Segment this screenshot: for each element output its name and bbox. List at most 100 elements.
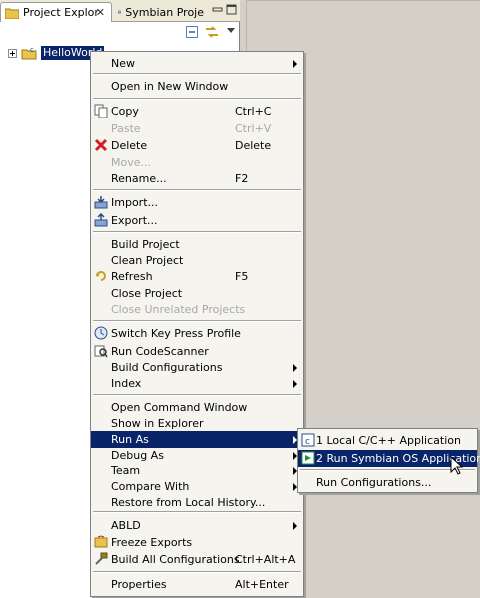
- menu-item-label: 1 Local C/C++ Application: [316, 434, 461, 447]
- import-icon: [94, 196, 108, 209]
- menu-item-label: Paste: [111, 122, 141, 135]
- menu-separator: [93, 511, 301, 513]
- menu-item-move: Move...: [91, 154, 303, 171]
- minimize-icon[interactable]: [212, 4, 223, 15]
- menu-item-copy[interactable]: Copy Ctrl+C: [91, 103, 303, 120]
- menu-item-label: Run Configurations...: [316, 476, 432, 489]
- menu-item-build-project[interactable]: Build Project: [91, 236, 303, 253]
- refresh-icon: [96, 271, 106, 281]
- menu-item-new[interactable]: New: [91, 55, 303, 72]
- tab-label: Project Explor: [23, 6, 99, 19]
- menu-item-label: Build All Configurations: [111, 553, 240, 566]
- delete-icon: [94, 138, 108, 152]
- folder-icon: [5, 8, 19, 19]
- menu-item-label: Properties: [111, 578, 167, 591]
- submenu-arrow-icon: [293, 364, 297, 372]
- link-with-editor-icon[interactable]: [204, 24, 220, 40]
- menu-separator: [93, 320, 301, 322]
- menu-item-label: Move...: [111, 156, 151, 169]
- menu-separator: [300, 469, 475, 471]
- menu-item-shortcut: Ctrl+Alt+A: [235, 553, 296, 566]
- build-all-icon: [95, 552, 108, 565]
- maximize-icon[interactable]: [226, 4, 237, 15]
- freeze-exports-icon: [94, 535, 108, 548]
- menu-item-show-in-explorer[interactable]: Show in Explorer: [91, 415, 303, 432]
- menu-item-index[interactable]: Index: [91, 375, 303, 392]
- menu-item-restore-from-local-history[interactable]: Restore from Local History...: [91, 494, 303, 511]
- menu-item-label: Delete: [111, 139, 148, 152]
- menu-item-close-project[interactable]: Close Project: [91, 285, 303, 302]
- menu-item-label: Index: [111, 377, 142, 390]
- menu-item-label: Copy: [111, 105, 139, 118]
- menu-item-label: Freeze Exports: [111, 536, 193, 549]
- menu-item-clean-project[interactable]: Clean Project: [91, 252, 303, 269]
- symbian-navigator-icon: [118, 10, 122, 14]
- submenu-arrow-icon: [293, 522, 297, 530]
- menu-item-run-configurations[interactable]: Run Configurations...: [298, 474, 477, 491]
- menu-item-import[interactable]: Import...: [91, 194, 303, 211]
- menu-item-label: Switch Key Press Profile: [111, 327, 241, 340]
- menu-item-shortcut: Ctrl+V: [235, 122, 272, 135]
- menu-separator: [93, 73, 301, 75]
- menu-item-label: Run CodeScanner: [111, 345, 209, 358]
- menu-item-label: Compare With: [111, 480, 190, 493]
- menu-item-properties[interactable]: Properties Alt+Enter: [91, 576, 303, 593]
- codescanner-icon: [94, 345, 108, 358]
- c-project-icon: c: [21, 46, 37, 60]
- menu-item-switch-key-press-profile[interactable]: Switch Key Press Profile: [91, 325, 303, 342]
- menu-item-compare-with[interactable]: Compare With: [91, 478, 303, 495]
- menu-item-delete[interactable]: Delete Delete: [91, 137, 303, 154]
- menu-item-open-in-new-window[interactable]: Open in New Window: [91, 78, 303, 95]
- menu-item-label: Run As: [111, 433, 149, 446]
- menu-item-label: Open in New Window: [111, 80, 229, 93]
- tab-label: Symbian Proje: [125, 5, 204, 19]
- menu-item-label: Export...: [111, 214, 158, 227]
- menu-item-shortcut: Ctrl+C: [235, 105, 272, 118]
- menu-separator: [93, 189, 301, 191]
- menu-item-label: Refresh: [111, 270, 153, 283]
- menu-item-label: Close Unrelated Projects: [111, 303, 246, 316]
- mouse-cursor-icon: [450, 456, 464, 475]
- menu-item-abld[interactable]: ABLD: [91, 517, 303, 534]
- menu-item-label: Build Project: [111, 238, 180, 251]
- menu-item-refresh[interactable]: Refresh F5: [91, 268, 303, 285]
- menu-item-label: Import...: [111, 196, 158, 209]
- collapse-all-icon[interactable]: [186, 26, 198, 38]
- switch-profile-icon: [94, 326, 108, 340]
- menu-item-team[interactable]: Team: [91, 462, 303, 479]
- menu-separator: [93, 98, 301, 100]
- menu-item-label: Clean Project: [111, 254, 184, 267]
- submenu-arrow-icon: [293, 380, 297, 388]
- copy-icon: [94, 104, 108, 118]
- menu-item-label: New: [111, 57, 135, 70]
- menu-item-1-local-c-c-application[interactable]: c 1 Local C/C++ Application: [298, 432, 477, 449]
- symbian-app-icon: [301, 451, 315, 465]
- menu-item-shortcut: Alt+Enter: [235, 578, 289, 591]
- svg-text:c: c: [305, 437, 310, 447]
- tab-project-explorer[interactable]: Project Explor ✕: [0, 2, 112, 22]
- menu-item-label: Restore from Local History...: [111, 496, 266, 509]
- tab-symbian-project[interactable]: Symbian Proje: [114, 2, 204, 22]
- menu-separator: [93, 231, 301, 233]
- menu-item-paste: Paste Ctrl+V: [91, 120, 303, 137]
- menu-item-export[interactable]: Export...: [91, 212, 303, 229]
- menu-item-run-codescanner[interactable]: Run CodeScanner: [91, 343, 303, 360]
- menu-item-build-configurations[interactable]: Build Configurations: [91, 359, 303, 376]
- view-menu-icon[interactable]: [226, 27, 236, 35]
- menu-item-open-command-window[interactable]: Open Command Window: [91, 399, 303, 416]
- menu-item-label: Open Command Window: [111, 401, 248, 414]
- menu-item-shortcut: F2: [235, 172, 249, 185]
- submenu-arrow-icon: [293, 60, 297, 68]
- menu-item-freeze-exports[interactable]: Freeze Exports: [91, 534, 303, 551]
- menu-item-run-as[interactable]: Run As: [91, 431, 303, 448]
- menu-separator: [93, 571, 301, 573]
- expand-icon[interactable]: [8, 48, 17, 58]
- view-tab-bar: Project Explor ✕ Symbian Proje: [0, 0, 240, 22]
- close-icon[interactable]: ✕: [96, 6, 105, 19]
- menu-item-shortcut: Delete: [235, 139, 272, 152]
- menu-item-build-all-configurations[interactable]: Build All Configurations Ctrl+Alt+A: [91, 551, 303, 568]
- menu-item-label: Close Project: [111, 287, 183, 300]
- menu-item-label: Show in Explorer: [111, 417, 204, 430]
- menu-item-rename[interactable]: Rename... F2: [91, 170, 303, 187]
- menu-item-label: Rename...: [111, 172, 167, 185]
